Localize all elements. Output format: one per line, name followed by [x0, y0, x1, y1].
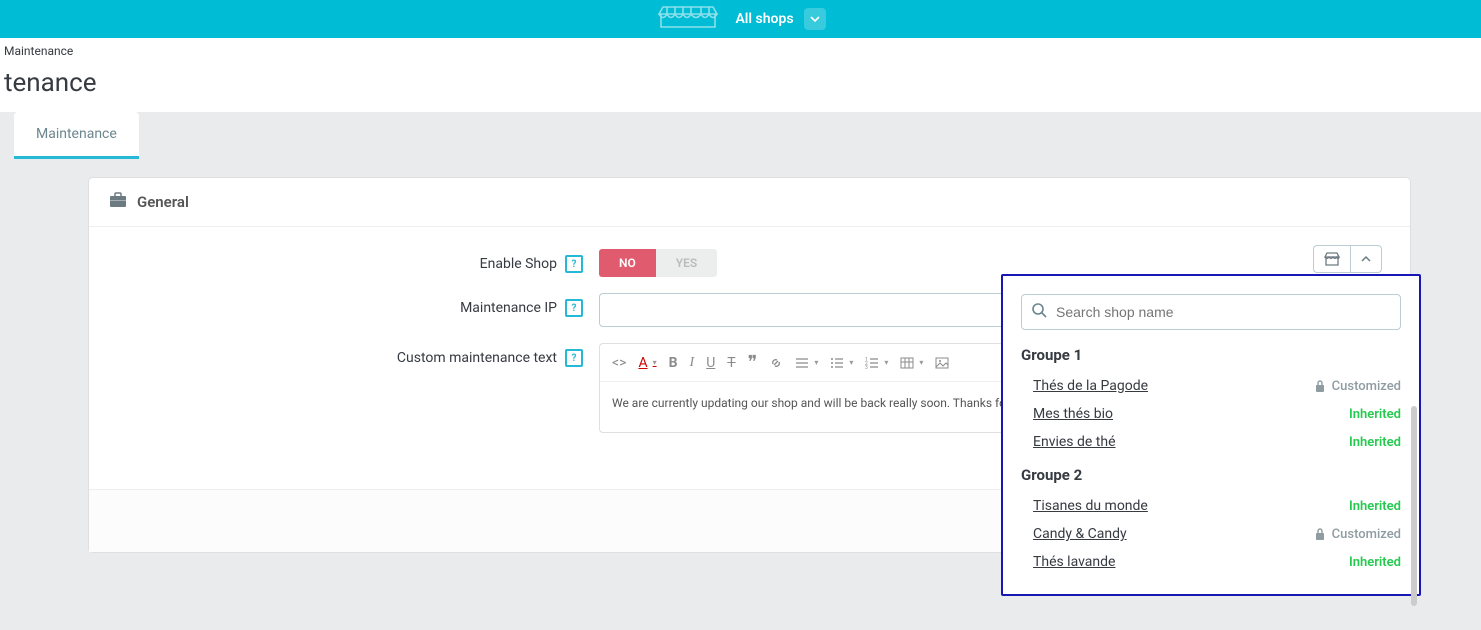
toggle-no[interactable]: NO	[599, 249, 656, 277]
shop-link[interactable]: Mes thés bio	[1033, 406, 1113, 422]
chevron-down-icon	[804, 8, 826, 30]
store-icon	[1314, 246, 1350, 272]
shop-item: Mes thés bio Inherited	[1021, 400, 1401, 428]
align-icon[interactable]	[795, 357, 818, 369]
panel-header: General	[89, 178, 1410, 227]
image-icon[interactable]	[935, 357, 949, 369]
shop-item: Thés de la Pagode Customized	[1021, 372, 1401, 400]
lock-icon	[1314, 527, 1326, 541]
text-color-icon[interactable]: A	[638, 355, 656, 371]
enable-shop-toggle[interactable]: NO YES	[599, 249, 717, 277]
panel-title: General	[137, 193, 189, 211]
shop-link[interactable]: Candy & Candy	[1033, 526, 1127, 542]
topbar: All shops	[0, 0, 1481, 38]
shop-item: Thés lavande Inherited	[1021, 548, 1401, 576]
source-code-icon[interactable]: <>	[612, 355, 626, 371]
underline-icon[interactable]: U	[706, 355, 715, 371]
link-icon[interactable]	[769, 356, 783, 370]
help-icon[interactable]: ?	[565, 299, 583, 317]
shop-search-input[interactable]	[1021, 294, 1401, 330]
shop-dropdown-panel: Groupe 1 Thés de la Pagode Customized Mes t…	[1001, 274, 1421, 596]
tab-maintenance[interactable]: Maintenance	[14, 112, 139, 159]
shop-context-label: All shops	[735, 11, 793, 27]
maintenance-ip-label: Maintenance IP	[460, 300, 557, 316]
bullet-list-icon[interactable]	[830, 357, 853, 369]
breadcrumb: Maintenance	[0, 38, 1481, 64]
shop-item: Tisanes du monde Inherited	[1021, 492, 1401, 520]
briefcase-icon	[109, 192, 127, 212]
help-icon[interactable]: ?	[565, 255, 583, 273]
numbered-list-icon[interactable]: 123	[865, 357, 888, 369]
svg-text:3: 3	[865, 365, 868, 369]
status-customized: Customized	[1314, 527, 1401, 542]
table-icon[interactable]	[900, 357, 923, 369]
strikethrough-icon[interactable]: T	[727, 355, 735, 371]
status-inherited: Inherited	[1349, 407, 1401, 422]
shop-context-selector[interactable]: All shops	[735, 8, 825, 30]
shop-item: Envies de thé Inherited	[1021, 428, 1401, 456]
shop-link[interactable]: Envies de thé	[1033, 434, 1116, 450]
chevron-up-icon	[1350, 246, 1381, 272]
status-customized: Customized	[1314, 379, 1401, 394]
status-inherited: Inherited	[1349, 555, 1401, 570]
shop-link[interactable]: Thés de la Pagode	[1033, 378, 1148, 394]
shop-dropdown-toggle[interactable]	[1313, 245, 1382, 273]
shop-group-title: Groupe 2	[1021, 466, 1401, 484]
help-icon[interactable]: ?	[565, 349, 583, 367]
tab-bar: Maintenance	[0, 112, 1481, 159]
shop-item: Candy & Candy Customized	[1021, 520, 1401, 548]
status-inherited: Inherited	[1349, 435, 1401, 450]
blockquote-icon[interactable]: ❞	[748, 352, 758, 373]
lock-icon	[1314, 379, 1326, 393]
custom-text-label: Custom maintenance text	[397, 350, 557, 366]
search-icon	[1031, 302, 1047, 322]
scrollbar[interactable]	[1411, 406, 1417, 606]
italic-icon[interactable]: I	[690, 355, 695, 371]
toggle-yes[interactable]: YES	[656, 249, 717, 277]
shops-logo-icon	[655, 3, 721, 35]
content-area: General Enable Shop ? NO	[0, 159, 1481, 571]
shop-group-title: Groupe 1	[1021, 346, 1401, 364]
page-title: tenance	[0, 64, 1481, 112]
bold-icon[interactable]: B	[669, 355, 678, 371]
enable-shop-label: Enable Shop	[480, 256, 557, 272]
shop-link[interactable]: Thés lavande	[1033, 554, 1115, 570]
shop-link[interactable]: Tisanes du monde	[1033, 498, 1148, 514]
status-inherited: Inherited	[1349, 499, 1401, 514]
